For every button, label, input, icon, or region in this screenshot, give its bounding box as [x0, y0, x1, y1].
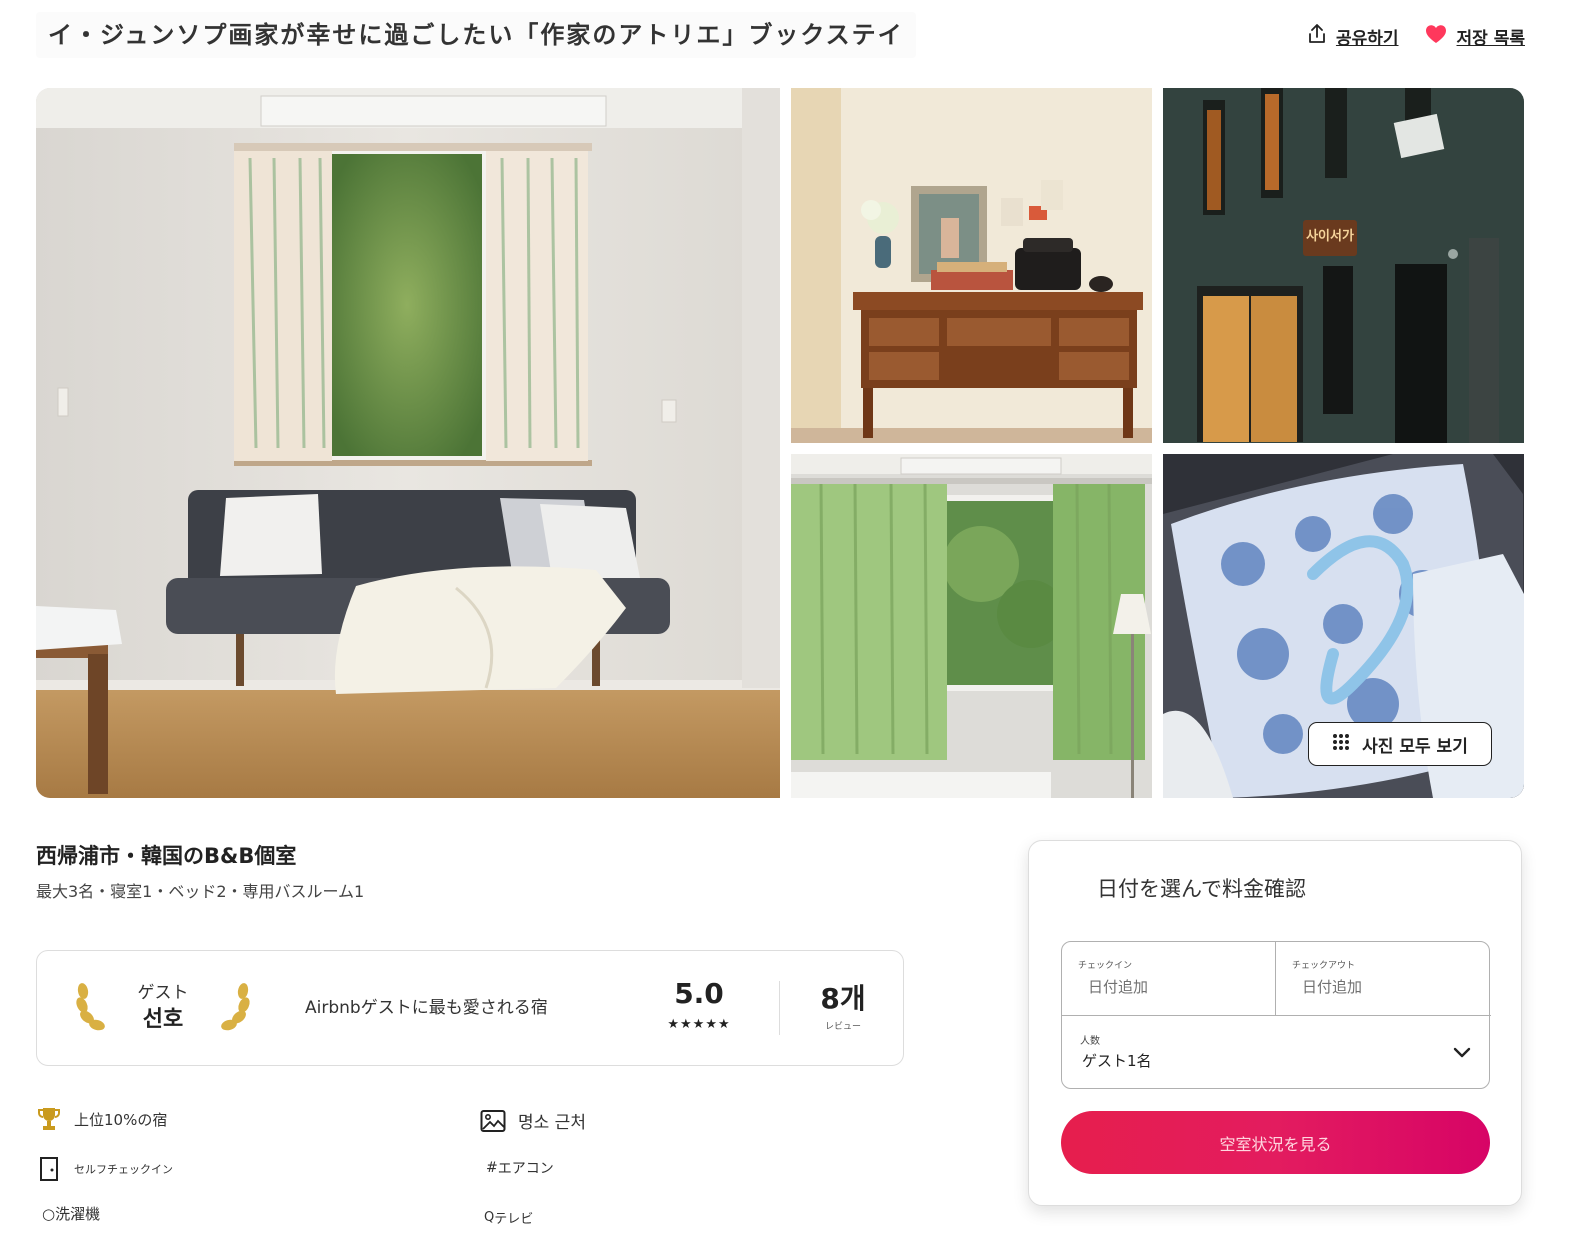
save-button[interactable]: 저장 목록 [1425, 24, 1525, 49]
reviews-label: レビュー [824, 1022, 861, 1032]
amenity-label: セルフチェックイン [74, 1163, 173, 1176]
door-icon [36, 1156, 62, 1182]
circle-icon: ○ [42, 1204, 56, 1223]
amenity-top-ten: 上位10%の宿 [36, 1106, 167, 1132]
check-availability-button[interactable]: 空室状況を見る [1061, 1111, 1490, 1174]
checkin-field[interactable]: チェックイン 日付追加 [1062, 942, 1276, 1015]
checkout-value: 日付追加 [1302, 978, 1363, 996]
rating-stars: ★★★★★ [667, 1017, 731, 1032]
amenity-label: 洗濯機 [55, 1205, 101, 1223]
guest-favorite-description: Airbnbゲストに最も愛される宿 [305, 998, 548, 1018]
amenity-label: エアコン [497, 1161, 554, 1177]
grid-dots-icon [1332, 733, 1350, 756]
share-label: 공유하기 [1335, 29, 1399, 49]
amenity-label: テレビ [494, 1212, 534, 1227]
listing-details: 最大3名・寝室1・ベッド2・専用バスルーム1 [36, 882, 365, 901]
amenity-aircon: # エアコン [486, 1158, 554, 1178]
heart-icon [1425, 24, 1447, 49]
checkout-field[interactable]: チェックアウト 日付追加 [1276, 942, 1491, 1015]
listing-subtitle: 西帰浦市・韓国のB&B個室 [36, 844, 297, 868]
amenity-tv: Q テレビ [484, 1208, 533, 1227]
amenity-label: 上位10%の宿 [74, 1110, 168, 1129]
tv-icon: Q [484, 1210, 495, 1225]
listing-page: イ・ジュンソプ画家が幸せに過ごしたい「作家のアトリエ」ブックステイ 공유하기 저… [0, 0, 1593, 1255]
checkin-label: チェックイン [1078, 961, 1133, 971]
guest-favorite-bottom: 선호 [142, 1007, 184, 1032]
building-sign: 사이서가 [1306, 228, 1354, 244]
amenity-washer: ○ 洗濯機 [42, 1203, 100, 1224]
guest-favorite-top: ゲスト [137, 983, 189, 1003]
amenity-label: 명소 근처 [518, 1113, 586, 1133]
guests-dropdown[interactable]: 人数 ゲスト1名 [1062, 1015, 1491, 1090]
show-all-photos-button[interactable]: 사진 모두 보기 [1308, 722, 1492, 766]
photo-building-exterior[interactable]: 사이서가 [1163, 88, 1524, 443]
photo-writing-desk[interactable] [791, 88, 1152, 443]
checkout-label: チェックアウト [1292, 961, 1356, 971]
chevron-down-icon [1453, 1044, 1471, 1063]
laurel-right-icon [219, 983, 253, 1035]
reviews-count[interactable]: 8개 [803, 977, 883, 1017]
laurel-left-icon [73, 983, 107, 1035]
show-all-label: 사진 모두 보기 [1362, 736, 1468, 757]
booking-card: 日付を選んで料金確認 チェックイン 日付追加 チェックアウト 日付追加 人数 ゲ… [1028, 840, 1522, 1206]
photo-living-room[interactable] [36, 88, 780, 798]
guests-label: 人数 [1080, 1036, 1100, 1047]
guests-value: ゲスト1名 [1082, 1052, 1152, 1070]
trophy-icon [36, 1106, 62, 1132]
hash-icon: # [486, 1160, 498, 1176]
share-button[interactable]: 공유하기 [1308, 24, 1399, 49]
amenity-near-attractions: 명소 근처 [480, 1108, 586, 1133]
guest-favorite-card[interactable]: ゲスト 선호 Airbnbゲストに最も愛される宿 5.0 ★★★★★ 8개 レビ… [36, 950, 904, 1066]
booking-inputs: チェックイン 日付追加 チェックアウト 日付追加 人数 ゲスト1名 [1061, 941, 1491, 1090]
amenity-self-checkin: セルフチェックイン [36, 1156, 173, 1182]
booking-title: 日付を選んで料金確認 [1097, 877, 1306, 901]
save-label: 저장 목록 [1456, 29, 1525, 49]
guest-favorite-badge: ゲスト 선호 [73, 975, 253, 1041]
header-actions: 공유하기 저장 목록 [1308, 24, 1525, 49]
checkin-value: 日付追加 [1088, 978, 1149, 996]
photo-gallery: 사이서가 [36, 88, 1524, 798]
image-icon [480, 1109, 506, 1133]
divider [779, 981, 780, 1035]
share-icon [1308, 24, 1326, 49]
photo-bedroom-window[interactable] [791, 454, 1152, 798]
rating-value: 5.0 [674, 977, 724, 1010]
listing-title: イ・ジュンソプ画家が幸せに過ごしたい「作家のアトリエ」ブックステイ [36, 12, 916, 58]
